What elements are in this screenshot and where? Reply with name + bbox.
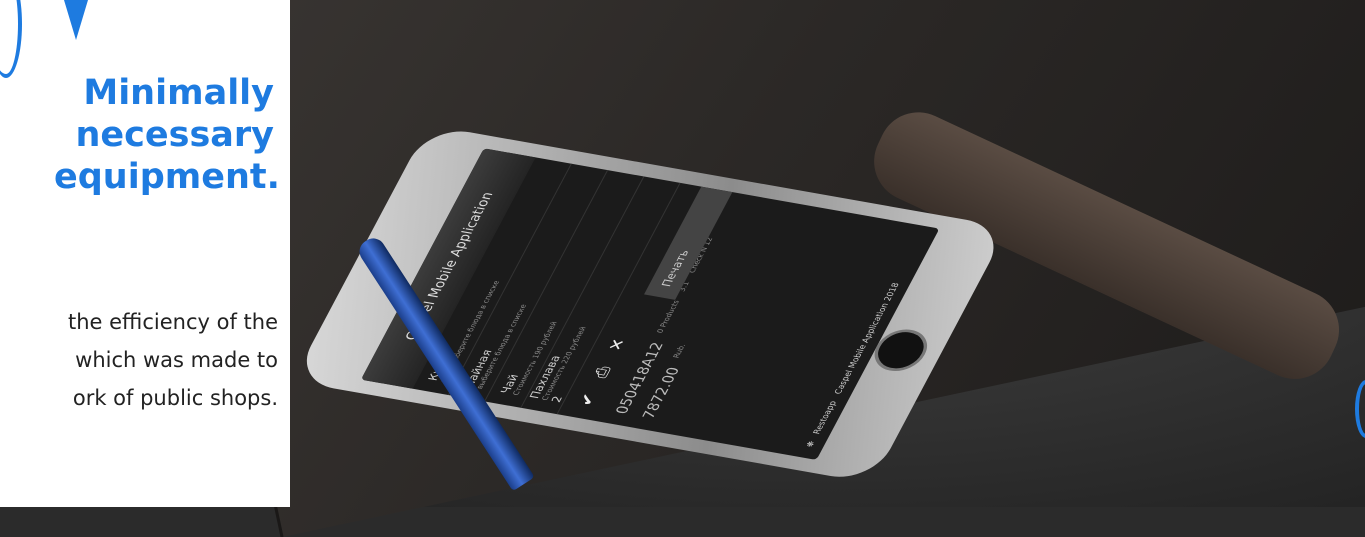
total-unit: Rub. <box>671 343 688 359</box>
printer-icon: ⎙ <box>589 364 615 380</box>
brand-logo-icon: ❋ <box>804 440 817 448</box>
products-label: 0 Products <box>655 299 682 334</box>
left-text-panel: Minimally necessary equipment. the effic… <box>0 0 290 507</box>
pin-marker-icon <box>64 0 88 40</box>
close-icon: ✕ <box>603 336 630 353</box>
brand-name: Restoapp <box>811 400 839 435</box>
check-icon: ✔ <box>574 391 601 408</box>
circle-decor-icon <box>0 0 22 78</box>
body-text: the efficiency of the which was made to … <box>68 310 278 410</box>
headline: Minimally necessary equipment. <box>54 73 280 197</box>
